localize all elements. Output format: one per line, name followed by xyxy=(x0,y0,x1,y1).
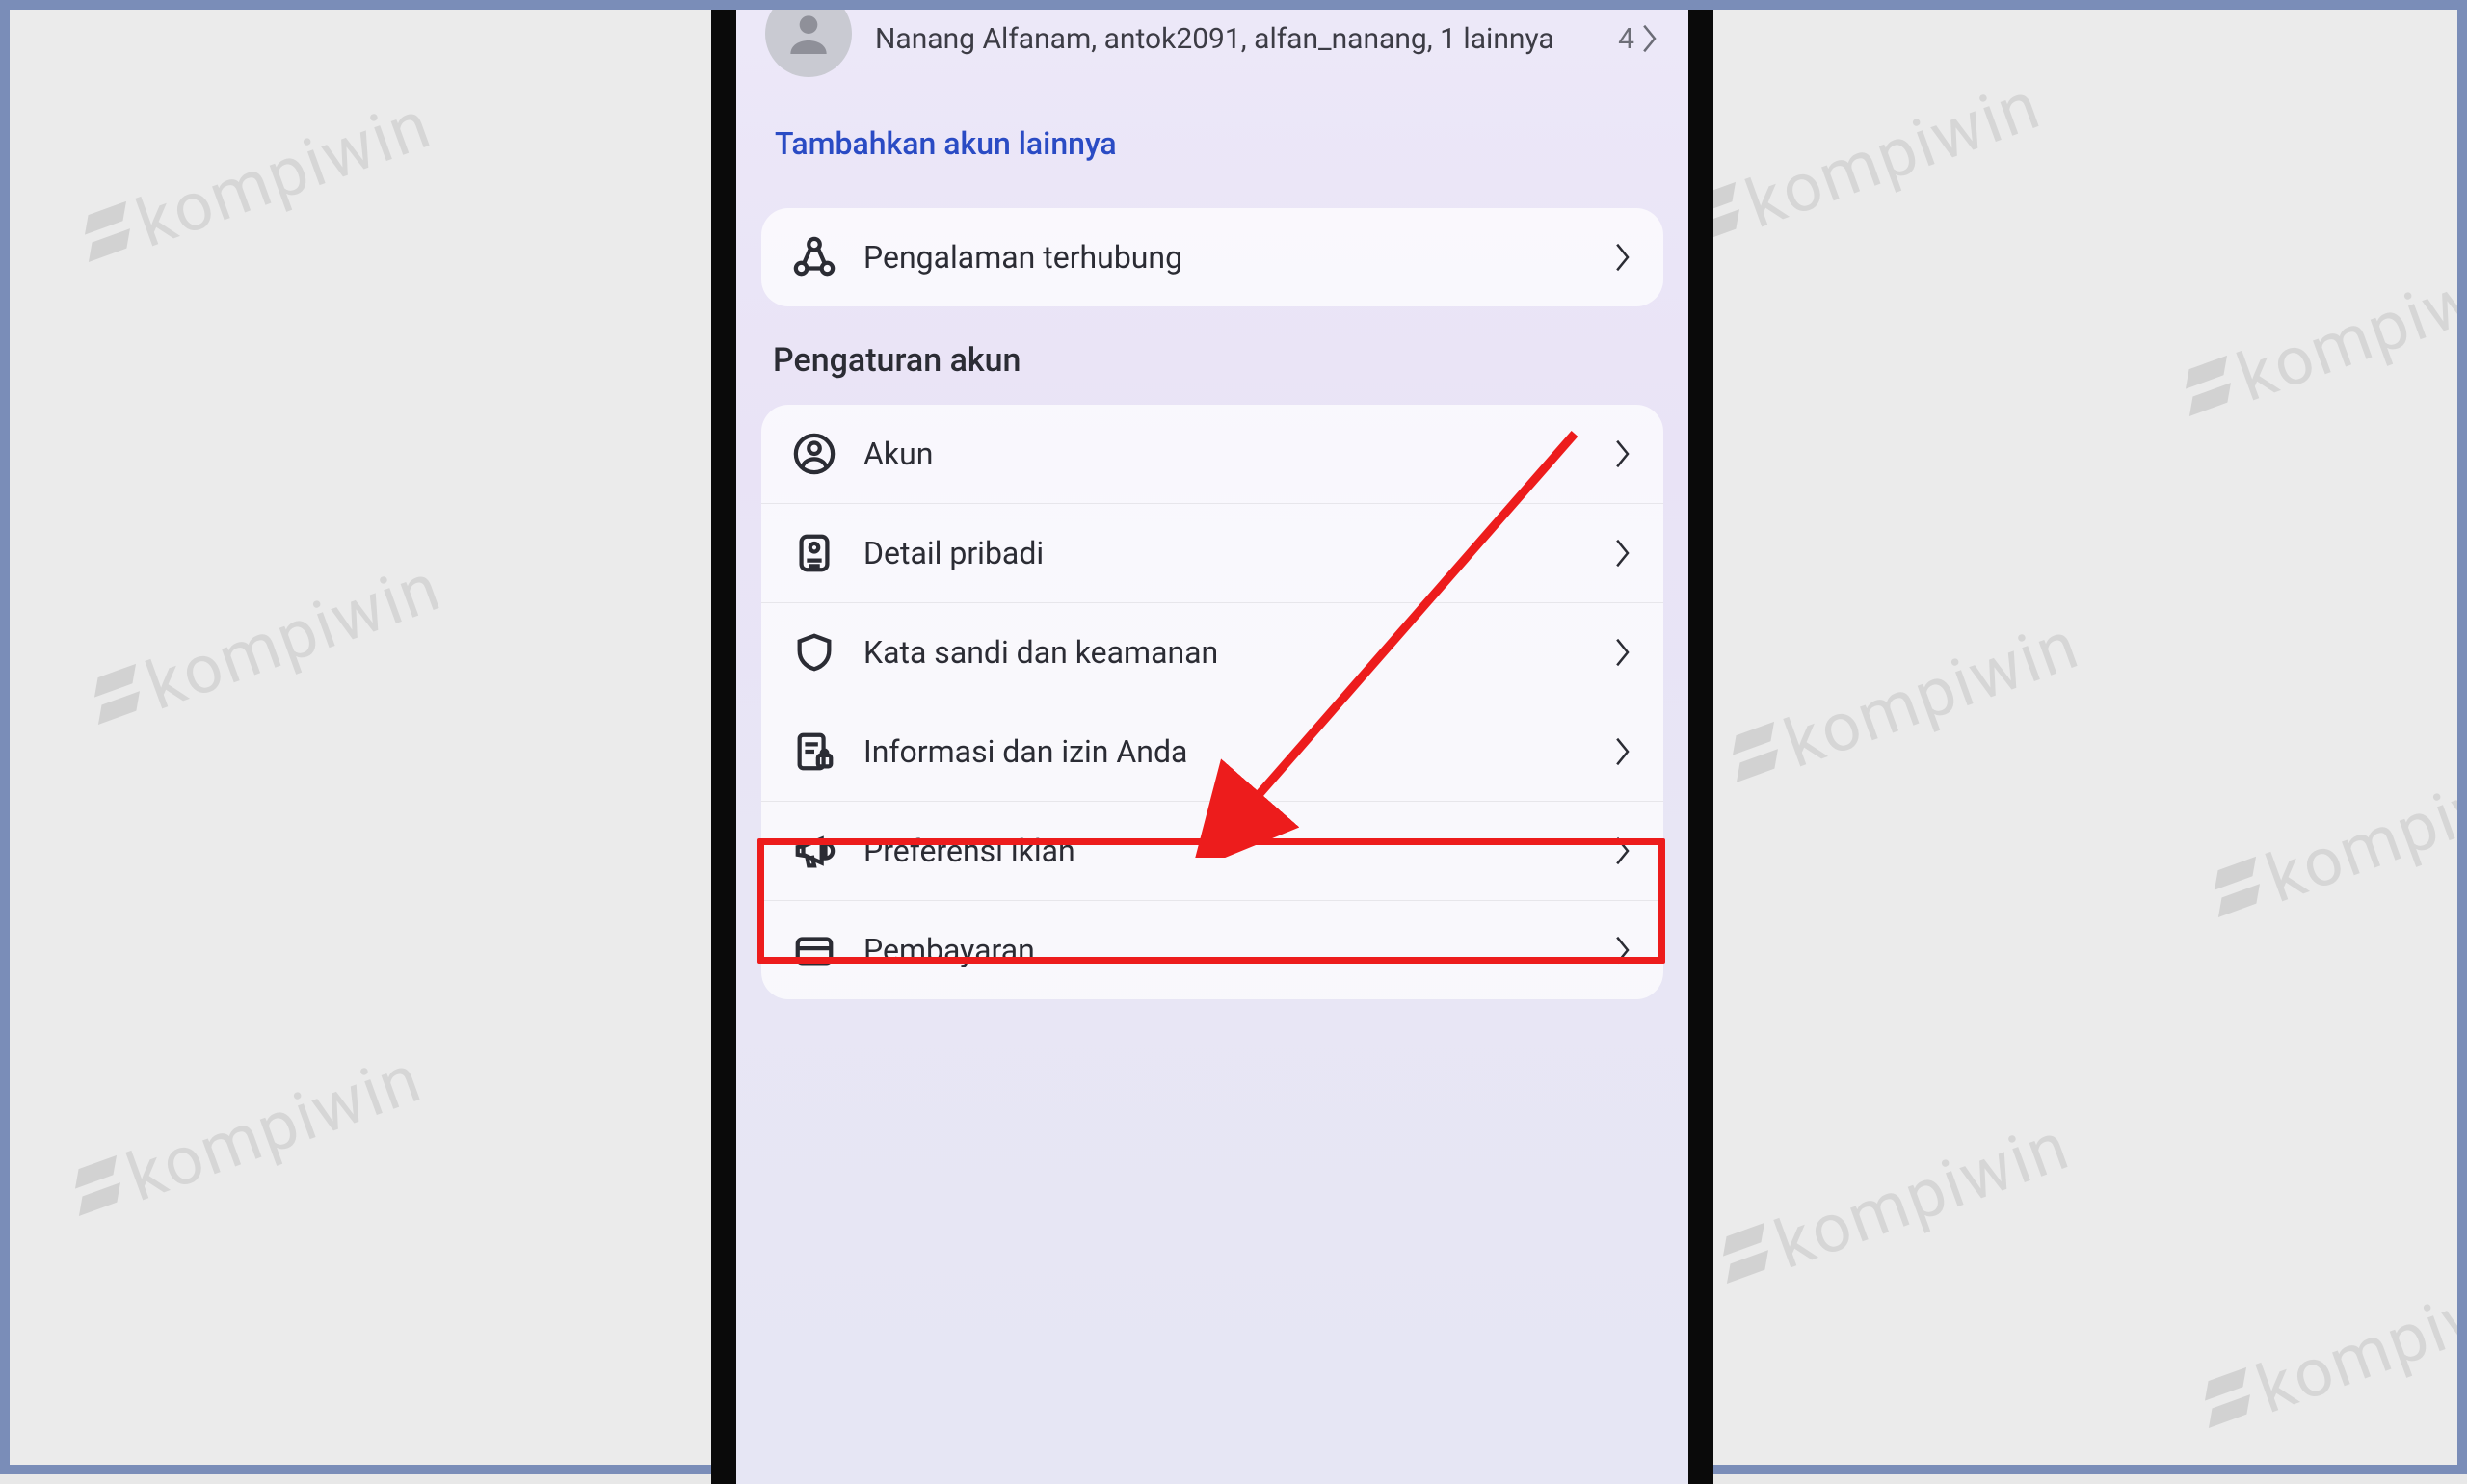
person-circle-icon xyxy=(792,432,836,476)
settings-label-info: Informasi dan izin Anda xyxy=(863,733,1586,770)
chevron-right-icon xyxy=(1613,735,1632,768)
screenshot-frame: kompiwin kompiwin kompiwin kompiwin komp… xyxy=(0,0,2467,1474)
account-settings-card: Akun Detail pribadi Kata sandi dan keama… xyxy=(761,405,1663,999)
credit-card-icon xyxy=(792,928,836,972)
chevron-right-icon xyxy=(1640,22,1659,55)
phone-frame: Nanang Alfanam, antok2091, alfan_nanang,… xyxy=(711,10,1713,1484)
settings-row-security[interactable]: Kata sandi dan keamanan xyxy=(761,603,1663,702)
connected-experience-label: Pengalaman terhubung xyxy=(863,239,1586,276)
megaphone-icon xyxy=(792,829,836,873)
chevron-right-icon xyxy=(1613,437,1632,470)
settings-row-payments[interactable]: Pembayaran xyxy=(761,901,1663,999)
settings-row-info[interactable]: Informasi dan izin Anda xyxy=(761,702,1663,802)
settings-label-account: Akun xyxy=(863,436,1586,472)
chevron-right-icon xyxy=(1613,241,1632,274)
id-card-icon xyxy=(792,531,836,575)
add-account-button[interactable]: Tambahkan akun lainnya xyxy=(736,96,1688,208)
accounts-names: Nanang Alfanam, antok2091, alfan_nanang,… xyxy=(875,20,1595,60)
document-lock-icon xyxy=(792,729,836,774)
phone-screen: Nanang Alfanam, antok2091, alfan_nanang,… xyxy=(736,10,1688,1484)
connected-experience-row[interactable]: Pengalaman terhubung xyxy=(761,208,1663,306)
chevron-right-icon xyxy=(1613,934,1632,967)
accounts-count-group: 4 xyxy=(1618,22,1659,56)
settings-label-personal: Detail pribadi xyxy=(863,535,1586,571)
settings-label-ads: Preferensi iklan xyxy=(863,833,1586,869)
settings-label-security: Kata sandi dan keamanan xyxy=(863,634,1586,671)
connected-nodes-icon xyxy=(792,235,836,279)
shield-icon xyxy=(792,630,836,675)
accounts-count: 4 xyxy=(1618,22,1634,56)
settings-label-payments: Pembayaran xyxy=(863,932,1586,968)
settings-row-ads[interactable]: Preferensi iklan xyxy=(761,802,1663,901)
section-title: Pengaturan akun xyxy=(773,341,1652,380)
chevron-right-icon xyxy=(1613,835,1632,867)
chevron-right-icon xyxy=(1613,537,1632,570)
avatar-icon xyxy=(765,10,852,77)
connected-experience-card: Pengalaman terhubung xyxy=(761,208,1663,306)
settings-row-personal[interactable]: Detail pribadi xyxy=(761,504,1663,603)
chevron-right-icon xyxy=(1613,636,1632,669)
settings-row-account[interactable]: Akun xyxy=(761,405,1663,504)
accounts-selector-row[interactable]: Nanang Alfanam, antok2091, alfan_nanang,… xyxy=(736,10,1688,96)
